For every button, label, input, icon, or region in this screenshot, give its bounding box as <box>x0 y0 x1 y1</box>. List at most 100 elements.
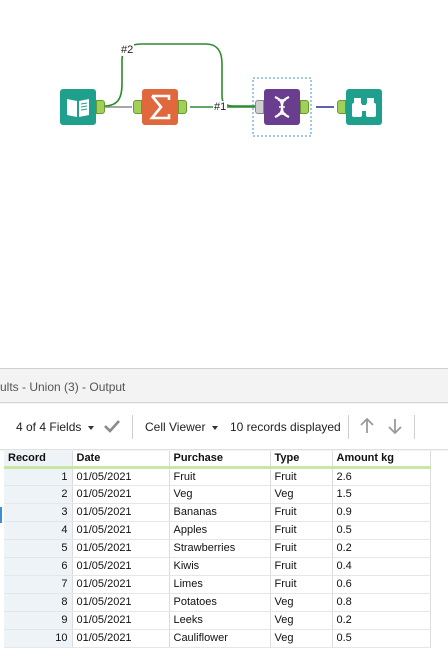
table-cell[interactable]: Bananas <box>169 503 271 522</box>
fields-selector[interactable]: 4 of 4 Fields <box>16 420 81 434</box>
cell-viewer-selector[interactable]: Cell Viewer <box>145 420 205 434</box>
wire-label-1: #1 <box>213 101 228 113</box>
summarize-tool[interactable] <box>142 89 178 125</box>
viewer-chevron-down-icon[interactable] <box>212 426 218 430</box>
results-table[interactable]: Record Date Purchase Type Amount kg 1 01/… <box>4 451 431 648</box>
column-header-type[interactable]: Type <box>270 451 333 469</box>
table-cell[interactable]: 8 <box>4 593 73 612</box>
table-cell[interactable]: Cauliflower <box>169 629 271 648</box>
browse-tool[interactable] <box>346 89 382 125</box>
table-row[interactable]: 9 01/05/2021 Leeks Veg 0.2 <box>4 611 431 630</box>
table-cell[interactable]: Veg <box>270 485 333 504</box>
table-cell[interactable]: 1 <box>4 467 73 486</box>
table-row[interactable]: 1 01/05/2021 Fruit Fruit 2.6 <box>4 467 431 486</box>
table-cell[interactable]: Veg <box>270 593 333 612</box>
arrow-up-icon[interactable] <box>357 416 377 436</box>
binoculars-icon <box>352 98 376 117</box>
summarize-output-anchor[interactable] <box>178 100 187 114</box>
table-cell[interactable]: 01/05/2021 <box>72 575 170 594</box>
table-cell[interactable]: Fruit <box>270 539 333 558</box>
table-cell[interactable]: 6 <box>4 557 73 576</box>
table-cell[interactable]: Strawberries <box>169 539 271 558</box>
sigma-icon <box>149 94 171 120</box>
table-cell[interactable]: 0.2 <box>332 539 431 558</box>
results-panel: ults - Union (3) - Output 4 of 4 Fields … <box>0 369 448 664</box>
checkmark-icon[interactable] <box>102 416 122 436</box>
table-cell[interactable]: 01/05/2021 <box>72 629 170 648</box>
table-cell[interactable]: Limes <box>169 575 271 594</box>
table-cell[interactable]: 01/05/2021 <box>72 485 170 504</box>
table-cell[interactable]: Fruit <box>270 575 333 594</box>
table-cell[interactable]: Fruit <box>270 521 333 540</box>
table-cell[interactable]: 0.5 <box>332 521 431 540</box>
table-cell[interactable]: 01/05/2021 <box>72 503 170 522</box>
results-title: ults - Union (3) - Output <box>0 380 126 394</box>
table-cell[interactable]: 0.2 <box>332 611 431 630</box>
table-cell[interactable]: Fruit <box>270 467 333 486</box>
table-row[interactable]: 5 01/05/2021 Strawberries Fruit 0.2 <box>4 539 431 558</box>
table-cell[interactable]: 01/05/2021 <box>72 467 170 486</box>
table-row[interactable]: 7 01/05/2021 Limes Fruit 0.6 <box>4 575 431 594</box>
column-header-purchase[interactable]: Purchase <box>169 451 271 469</box>
table-row[interactable]: 4 01/05/2021 Apples Fruit 0.5 <box>4 521 431 540</box>
table-row[interactable]: 3 01/05/2021 Bananas Fruit 0.9 <box>4 503 431 522</box>
table-cell[interactable]: 01/05/2021 <box>72 611 170 630</box>
table-cell[interactable]: Leeks <box>169 611 271 630</box>
table-cell[interactable]: 3 <box>4 503 73 522</box>
column-header-date[interactable]: Date <box>72 451 170 469</box>
table-cell[interactable]: 0.9 <box>332 503 431 522</box>
table-row[interactable]: 10 01/05/2021 Cauliflower Veg 0.5 <box>4 629 431 648</box>
table-cell[interactable]: 0.5 <box>332 629 431 648</box>
book-icon <box>67 99 89 117</box>
table-row[interactable]: 6 01/05/2021 Kiwis Fruit 0.4 <box>4 557 431 576</box>
table-cell[interactable]: 9 <box>4 611 73 630</box>
fields-chevron-down-icon[interactable] <box>88 426 94 430</box>
table-cell[interactable]: Potatoes <box>169 593 271 612</box>
table-cell[interactable]: 1.5 <box>332 485 431 504</box>
table-cell[interactable]: Apples <box>169 521 271 540</box>
union-output-anchor[interactable] <box>300 100 309 114</box>
table-cell[interactable]: Fruit <box>270 503 333 522</box>
table-cell[interactable]: 2.6 <box>332 467 431 486</box>
toolbar-divider <box>132 415 133 439</box>
table-cell[interactable]: 0.6 <box>332 575 431 594</box>
input-output-anchor[interactable] <box>96 100 105 114</box>
table-cell[interactable]: 01/05/2021 <box>72 539 170 558</box>
arrow-down-icon[interactable] <box>385 416 405 436</box>
input-data-tool[interactable] <box>60 89 96 125</box>
workflow-canvas[interactable]: #2 #1 <box>0 0 448 368</box>
summarize-input-anchor[interactable] <box>133 100 142 114</box>
table-cell[interactable]: Fruit <box>270 557 333 576</box>
table-cell[interactable]: 2 <box>4 485 73 504</box>
table-cell[interactable]: 0.8 <box>332 593 431 612</box>
records-count: 10 records displayed <box>230 420 341 434</box>
table-cell[interactable]: 4 <box>4 521 73 540</box>
union-tool[interactable] <box>264 89 300 125</box>
table-row[interactable]: 8 01/05/2021 Potatoes Veg 0.8 <box>4 593 431 612</box>
results-grid[interactable]: Record Date Purchase Type Amount kg 1 01/… <box>0 451 448 664</box>
browse-input-anchor[interactable] <box>337 100 346 114</box>
connection-wires <box>103 43 334 137</box>
table-cell[interactable]: 10 <box>4 629 73 648</box>
table-cell[interactable]: Veg <box>169 485 271 504</box>
table-cell[interactable]: 01/05/2021 <box>72 593 170 612</box>
table-cell[interactable]: 0.4 <box>332 557 431 576</box>
table-cell[interactable]: Veg <box>270 629 333 648</box>
table-row[interactable]: 2 01/05/2021 Veg Veg 1.5 <box>4 485 431 504</box>
toolbar-divider <box>348 415 349 439</box>
table-cell[interactable]: Fruit <box>169 467 271 486</box>
table-cell[interactable]: 01/05/2021 <box>72 521 170 540</box>
union-input-anchor[interactable] <box>255 100 264 114</box>
table-cell[interactable]: 01/05/2021 <box>72 557 170 576</box>
table-cell[interactable]: 7 <box>4 575 73 594</box>
column-header-record[interactable]: Record <box>4 451 73 469</box>
table-cell[interactable]: Veg <box>270 611 333 630</box>
wire-label-2: #2 <box>120 44 135 56</box>
results-title-bar: ults - Union (3) - Output <box>0 369 448 403</box>
toolbar-divider <box>414 415 415 439</box>
dna-icon <box>274 95 290 119</box>
column-header-amount[interactable]: Amount kg <box>332 451 431 469</box>
table-cell[interactable]: 5 <box>4 539 73 558</box>
row-focus-marker <box>0 507 2 523</box>
table-cell[interactable]: Kiwis <box>169 557 271 576</box>
